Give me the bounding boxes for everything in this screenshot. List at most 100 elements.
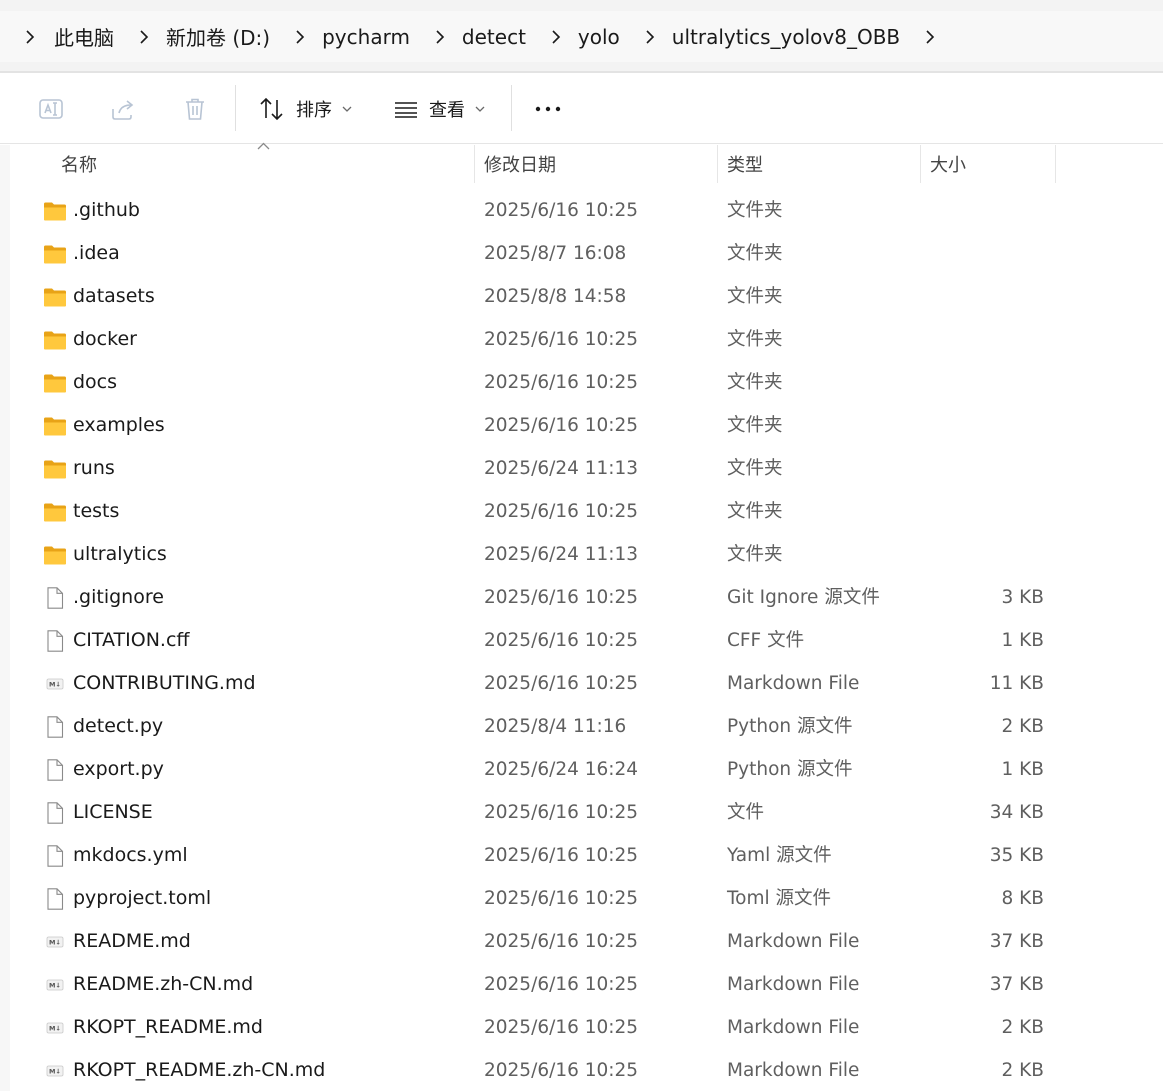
file-type: 文件夹	[727, 286, 783, 307]
file-name: pyproject.toml	[73, 887, 212, 909]
file-size: 2 KB	[1001, 716, 1044, 737]
chevron-right-icon[interactable]	[134, 27, 154, 47]
view-button[interactable]: 查看	[393, 89, 485, 129]
file-row[interactable]: detect.py 2025/8/4 11:16 Python 源文件 2 KB	[0, 705, 1163, 748]
markdown-file-icon: M↓	[43, 1017, 67, 1039]
file-row[interactable]: M↓ CONTRIBUTING.md 2025/6/16 10:25 Markdow…	[0, 662, 1163, 705]
file-name: ultralytics	[73, 543, 167, 565]
sort-label: 排序	[296, 100, 332, 121]
share-icon[interactable]	[108, 94, 138, 124]
file-type: Markdown File	[727, 1017, 860, 1038]
sort-ascending-icon	[257, 142, 270, 150]
file-row[interactable]: tests 2025/6/16 10:25 文件夹	[0, 490, 1163, 533]
modified-date: 2025/6/16 10:25	[484, 200, 639, 221]
modified-date: 2025/6/16 10:25	[484, 415, 639, 436]
modified-date: 2025/8/7 16:08	[484, 243, 627, 264]
file-size: 35 KB	[989, 845, 1044, 866]
file-size: 2 KB	[1001, 1060, 1044, 1081]
file-row[interactable]: M↓ README.md 2025/6/16 10:25 Markdown File…	[0, 920, 1163, 963]
file-row[interactable]: ultralytics 2025/6/24 11:13 文件夹	[0, 533, 1163, 576]
file-row[interactable]: pyproject.toml 2025/6/16 10:25 Toml 源文件 8 K…	[0, 877, 1163, 920]
file-row[interactable]: M↓ RKOPT_README.zh-CN.md 2025/6/16 10:25 M…	[0, 1049, 1163, 1092]
svg-text:M↓: M↓	[49, 1068, 61, 1076]
file-name: docker	[73, 328, 137, 350]
file-row[interactable]: docs 2025/6/16 10:25 文件夹	[0, 361, 1163, 404]
toolbar-divider	[235, 85, 236, 131]
file-type: Markdown File	[727, 931, 860, 952]
file-row[interactable]: M↓ README.zh-CN.md 2025/6/16 10:25 Markdow…	[0, 963, 1163, 1006]
modified-date: 2025/6/16 10:25	[484, 974, 639, 995]
file-row[interactable]: export.py 2025/6/24 16:24 Python 源文件 1 KB	[0, 748, 1163, 791]
modified-date: 2025/6/16 10:25	[484, 372, 639, 393]
modified-date: 2025/8/8 14:58	[484, 286, 627, 307]
file-size: 1 KB	[1001, 759, 1044, 780]
column-header-size[interactable]: 大小	[930, 145, 966, 183]
column-divider[interactable]	[474, 145, 475, 183]
file-row[interactable]: .github 2025/6/16 10:25 文件夹	[0, 189, 1163, 232]
file-type: CFF 文件	[727, 630, 805, 651]
file-row[interactable]: runs 2025/6/24 11:13 文件夹	[0, 447, 1163, 490]
column-divider[interactable]	[1055, 145, 1056, 183]
file-row[interactable]: M↓ RKOPT_README.md 2025/6/16 10:25 Markdow…	[0, 1006, 1163, 1049]
breadcrumb-item[interactable]: 新加卷 (D:)	[166, 22, 270, 51]
modified-date: 2025/6/16 10:25	[484, 845, 639, 866]
file-row[interactable]: LICENSE 2025/6/16 10:25 文件 34 KB	[0, 791, 1163, 834]
file-type: Markdown File	[727, 974, 860, 995]
column-header-date[interactable]: 修改日期	[484, 145, 556, 183]
file-icon	[43, 587, 67, 609]
file-name: .idea	[73, 242, 120, 264]
column-header-type[interactable]: 类型	[727, 145, 763, 183]
file-name: tests	[73, 500, 120, 522]
file-type: 文件夹	[727, 501, 783, 522]
column-header-name[interactable]: 名称	[61, 145, 97, 183]
sort-button[interactable]: 排序	[258, 89, 352, 129]
file-type: 文件夹	[727, 458, 783, 479]
file-row[interactable]: .gitignore 2025/6/16 10:25 Git Ignore 源文件 3…	[0, 576, 1163, 619]
chevron-right-icon[interactable]	[920, 27, 940, 47]
column-divider[interactable]	[717, 145, 718, 183]
breadcrumb-item[interactable]: detect	[462, 25, 526, 49]
toolbar-divider	[511, 85, 512, 131]
chevron-right-icon[interactable]	[290, 27, 310, 47]
file-row[interactable]: .idea 2025/8/7 16:08 文件夹	[0, 232, 1163, 275]
file-type: 文件夹	[727, 243, 783, 264]
file-row[interactable]: examples 2025/6/16 10:25 文件夹	[0, 404, 1163, 447]
file-name: CITATION.cff	[73, 629, 190, 651]
command-bar: 排序 查看	[0, 73, 1163, 144]
chevron-right-icon[interactable]	[430, 27, 450, 47]
file-size: 3 KB	[1001, 587, 1044, 608]
file-size: 37 KB	[989, 931, 1044, 952]
svg-text:M↓: M↓	[49, 939, 61, 947]
chevron-right-icon[interactable]	[546, 27, 566, 47]
chevron-down-icon	[475, 106, 485, 112]
file-row[interactable]: mkdocs.yml 2025/6/16 10:25 Yaml 源文件 35 KB	[0, 834, 1163, 877]
modified-date: 2025/6/24 16:24	[484, 759, 639, 780]
modified-date: 2025/6/16 10:25	[484, 1017, 639, 1038]
chevron-right-icon[interactable]	[640, 27, 660, 47]
markdown-file-icon: M↓	[43, 1060, 67, 1082]
folder-icon	[43, 329, 67, 351]
chevron-right-icon[interactable]	[20, 27, 40, 47]
modified-date: 2025/6/16 10:25	[484, 673, 639, 694]
svg-text:M↓: M↓	[49, 982, 61, 990]
file-row[interactable]: CITATION.cff 2025/6/16 10:25 CFF 文件 1 KB	[0, 619, 1163, 662]
folder-icon	[43, 501, 67, 523]
file-icon	[43, 630, 67, 652]
svg-text:M↓: M↓	[49, 681, 61, 689]
file-size: 1 KB	[1001, 630, 1044, 651]
rename-icon[interactable]	[36, 94, 66, 124]
file-type: Markdown File	[727, 1060, 860, 1081]
column-divider[interactable]	[920, 145, 921, 183]
file-icon	[43, 888, 67, 910]
breadcrumb-item[interactable]: pycharm	[322, 25, 410, 49]
file-name: README.zh-CN.md	[73, 973, 254, 995]
more-options-button[interactable]	[534, 89, 562, 129]
breadcrumb-item[interactable]: 此电脑	[54, 22, 114, 51]
modified-date: 2025/6/24 11:13	[484, 458, 639, 479]
file-row[interactable]: docker 2025/6/16 10:25 文件夹	[0, 318, 1163, 361]
breadcrumb-item[interactable]: yolo	[578, 25, 620, 49]
file-type: 文件夹	[727, 372, 783, 393]
breadcrumb-item[interactable]: ultralytics_yolov8_OBB	[672, 25, 900, 49]
delete-icon[interactable]	[180, 94, 210, 124]
file-row[interactable]: datasets 2025/8/8 14:58 文件夹	[0, 275, 1163, 318]
